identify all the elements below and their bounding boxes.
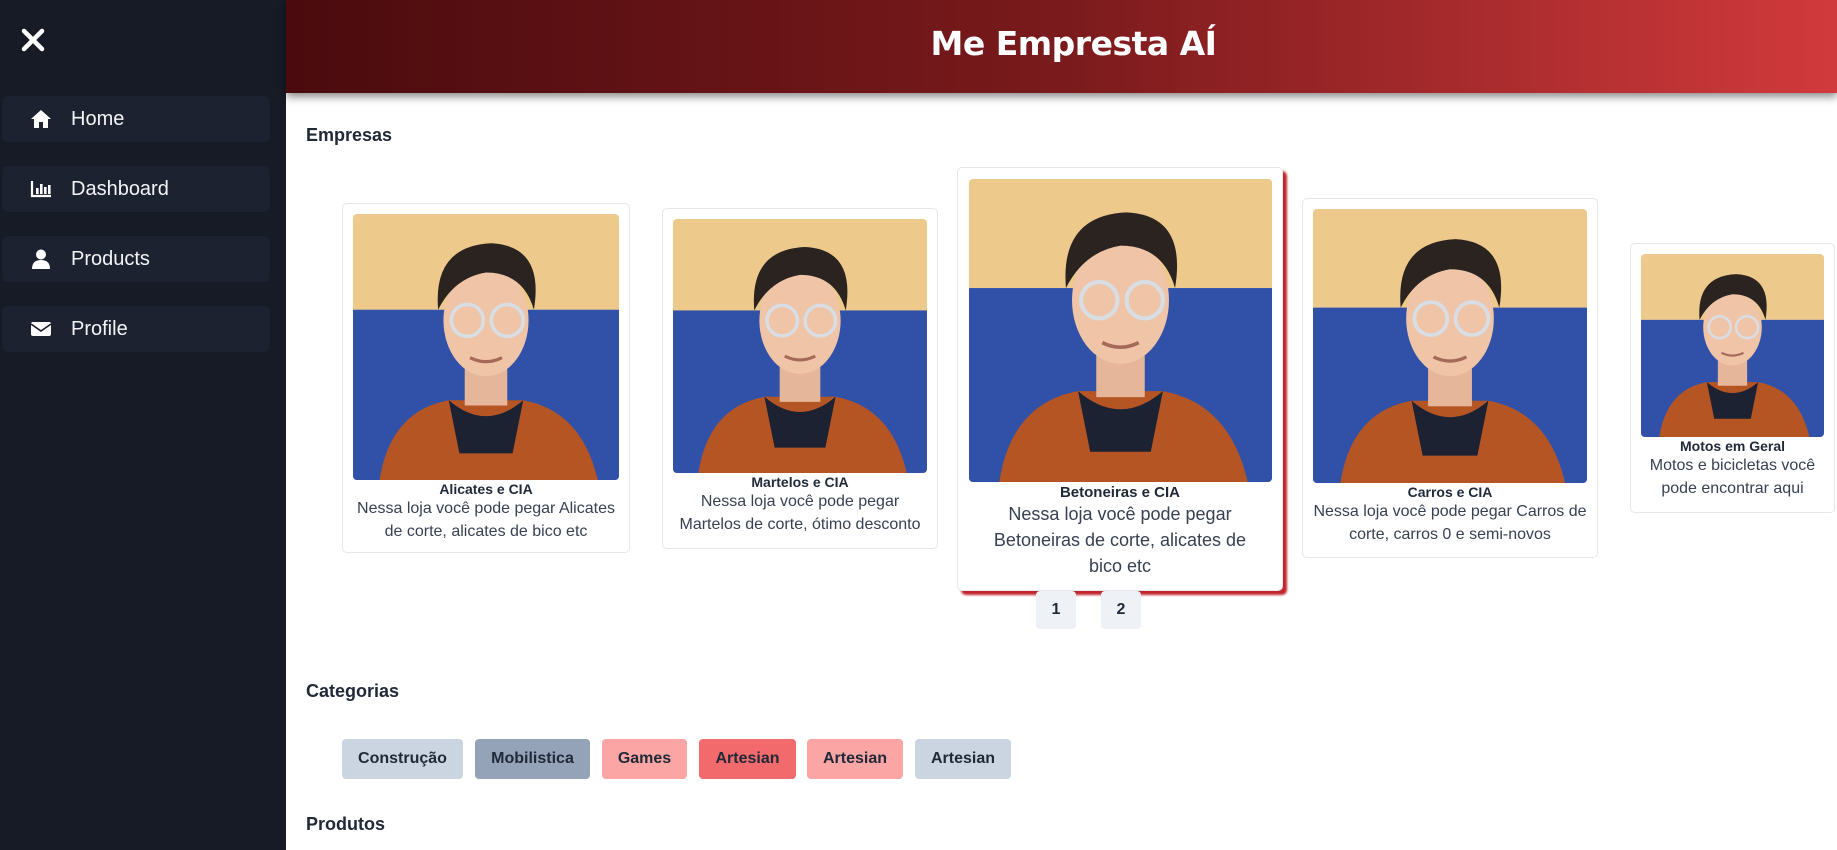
company-image <box>1641 254 1824 437</box>
sidebar-item-label: Products <box>71 248 150 270</box>
category-chip[interactable]: Mobilistica <box>475 739 590 779</box>
company-card[interactable]: Motos em Geral Motos e bicicletas você p… <box>1630 243 1835 513</box>
app-header: Me Empresta AÍ <box>286 0 1837 93</box>
chart-icon <box>30 179 52 199</box>
sidebar-item-label: Profile <box>71 318 128 340</box>
company-title: Alicates e CIA <box>439 481 533 497</box>
company-description: Nessa loja você pode pegar Carros de cor… <box>1313 503 1587 544</box>
pagination-page-2[interactable]: 2 <box>1101 591 1141 629</box>
sidebar-item-profile[interactable]: Profile <box>2 306 270 352</box>
close-icon[interactable] <box>20 27 46 53</box>
sidebar-item-home[interactable]: Home <box>2 96 270 142</box>
sidebar-item-label: Home <box>71 108 125 130</box>
sidebar-item-dashboard[interactable]: Dashboard <box>2 166 270 212</box>
company-description: Nessa loja você pode pegar Betoneiras de… <box>993 504 1247 577</box>
sidebar-item-label: Dashboard <box>71 178 169 200</box>
company-card[interactable]: Alicates e CIA Nessa loja você pode pega… <box>342 203 630 553</box>
company-title: Martelos e CIA <box>751 474 849 490</box>
category-chip[interactable]: Games <box>602 739 687 779</box>
envelope-icon <box>30 319 52 339</box>
sidebar: Home Dashboard Products Profile <box>0 0 286 850</box>
company-card[interactable]: Martelos e CIA Nessa loja você pode pega… <box>662 208 938 549</box>
company-title: Betoneiras e CIA <box>1059 484 1181 501</box>
section-title-empresas: Empresas <box>306 125 393 145</box>
company-description: Nessa loja você pode pegar Alicates de c… <box>357 500 615 541</box>
sidebar-item-products[interactable]: Products <box>2 236 270 282</box>
company-image <box>673 219 927 473</box>
home-icon <box>30 109 52 129</box>
app-title: Me Empresta AÍ <box>930 24 1217 63</box>
company-title: Motos em Geral <box>1679 438 1786 454</box>
category-chip[interactable]: Artesian <box>807 739 903 779</box>
company-image <box>969 179 1272 482</box>
company-image <box>1313 209 1587 483</box>
section-title-categorias: Categorias <box>306 681 400 701</box>
company-card-active[interactable]: Betoneiras e CIA Nessa loja você pode pe… <box>957 167 1283 591</box>
category-chip[interactable]: Artesian <box>915 739 1011 779</box>
category-chip[interactable]: Construção <box>342 739 463 779</box>
company-card[interactable]: Carros e CIA Nessa loja você pode pegar … <box>1302 198 1598 558</box>
user-icon <box>30 249 52 269</box>
company-image <box>353 214 619 480</box>
company-description: Motos e bicicletas você pode encontrar a… <box>1649 457 1816 498</box>
company-title: Carros e CIA <box>1407 484 1493 500</box>
category-chip[interactable]: Artesian <box>699 739 796 779</box>
company-description: Nessa loja você pode pegar Martelos de c… <box>679 493 921 534</box>
section-title-produtos: Produtos <box>306 814 385 834</box>
pagination-page-1[interactable]: 1 <box>1036 591 1076 629</box>
app-root: Home Dashboard Products Profile Me Empre… <box>0 0 1837 850</box>
